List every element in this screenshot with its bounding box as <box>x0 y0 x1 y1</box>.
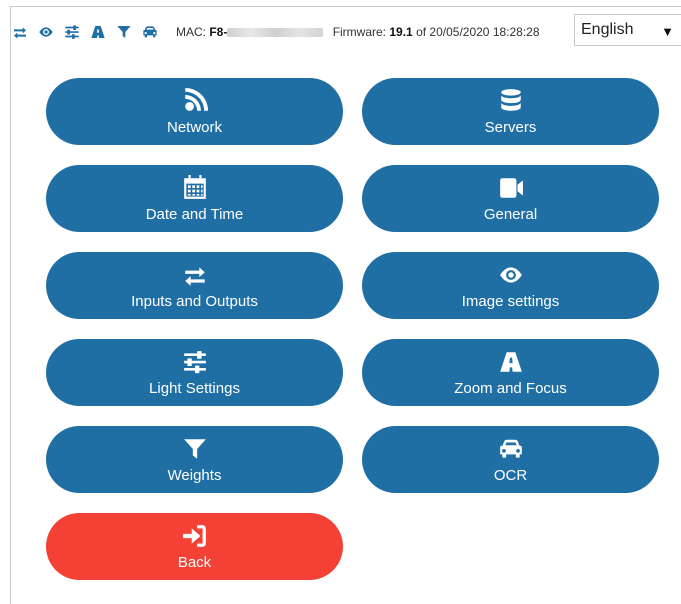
network-label: Network <box>166 118 222 136</box>
ocr-label: OCR <box>493 466 528 484</box>
car-icon[interactable] <box>142 24 158 40</box>
back-label: Back <box>177 553 212 571</box>
sliders-icon <box>180 349 210 375</box>
eye-icon <box>496 262 526 288</box>
filter-icon[interactable] <box>116 24 132 40</box>
rss-icon <box>180 88 210 114</box>
zoom-focus-label: Zoom and Focus <box>454 379 567 397</box>
general-button[interactable]: General <box>362 165 659 232</box>
inputs-outputs-label: Inputs and Outputs <box>131 292 258 310</box>
servers-button[interactable]: Servers <box>362 78 659 145</box>
firmware-version: 19.1 <box>389 25 413 39</box>
weights-button[interactable]: Weights <box>46 426 343 493</box>
eye-icon[interactable] <box>38 24 54 40</box>
transfer-icon[interactable] <box>12 24 28 40</box>
road-icon[interactable] <box>90 24 106 40</box>
road-icon <box>496 349 526 375</box>
chevron-down-icon: ▼ <box>661 24 674 39</box>
mac-label: MAC: <box>176 25 206 39</box>
transfer-icon <box>180 262 210 288</box>
settings-menu: Network Servers Date and Time General In… <box>46 78 659 580</box>
firmware-label: Firmware: <box>332 25 387 39</box>
image-settings-button[interactable]: Image settings <box>362 252 659 319</box>
device-info: MAC: F8- Firmware: 19.1 of 20/05/2020 18… <box>176 25 540 39</box>
car-icon <box>496 436 526 462</box>
weights-label: Weights <box>167 466 222 484</box>
light-settings-button[interactable]: Light Settings <box>46 339 343 406</box>
light-settings-label: Light Settings <box>149 379 240 397</box>
filter-icon <box>180 436 210 462</box>
date-time-button[interactable]: Date and Time <box>46 165 343 232</box>
mac-value: F8- <box>209 25 228 39</box>
date-time-label: Date and Time <box>145 205 244 223</box>
video-camera-icon <box>496 175 526 201</box>
inputs-outputs-button[interactable]: Inputs and Outputs <box>46 252 343 319</box>
mac-redacted <box>227 28 324 38</box>
sign-in-icon <box>180 523 210 549</box>
sliders-icon[interactable] <box>64 24 80 40</box>
database-icon <box>496 88 526 114</box>
general-label: General <box>483 205 538 223</box>
firmware-date: of 20/05/2020 18:28:28 <box>416 25 540 39</box>
language-select[interactable]: English ▼ <box>574 14 681 46</box>
ocr-button[interactable]: OCR <box>362 426 659 493</box>
language-value: English <box>581 21 634 38</box>
calendar-icon <box>180 175 210 201</box>
image-settings-label: Image settings <box>461 292 560 310</box>
back-button[interactable]: Back <box>46 513 343 580</box>
zoom-focus-button[interactable]: Zoom and Focus <box>362 339 659 406</box>
network-button[interactable]: Network <box>46 78 343 145</box>
servers-label: Servers <box>484 118 537 136</box>
